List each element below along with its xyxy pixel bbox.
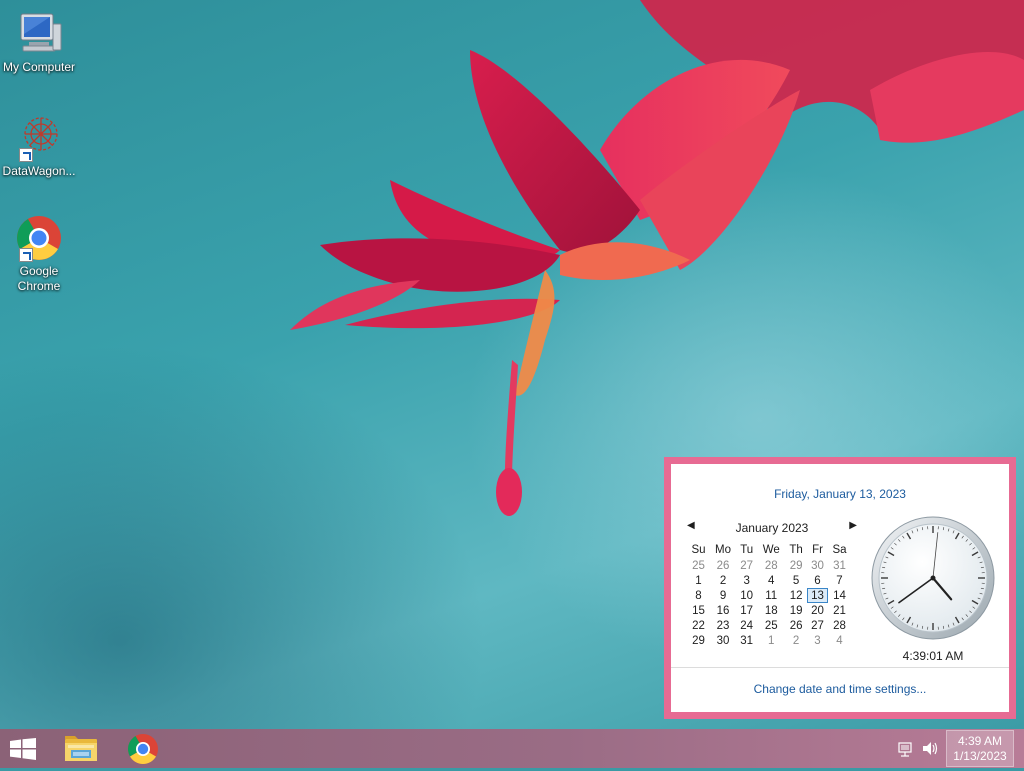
calendar-day[interactable]: 9 bbox=[710, 588, 736, 603]
folder-icon bbox=[59, 731, 103, 766]
calendar-day[interactable]: 30 bbox=[807, 558, 828, 573]
calendar-day[interactable]: 19 bbox=[785, 603, 807, 618]
computer-icon bbox=[15, 10, 63, 58]
calendar-day[interactable]: 27 bbox=[807, 618, 828, 633]
network-icon[interactable] bbox=[896, 729, 916, 768]
weekday-header: Sa bbox=[828, 542, 851, 558]
calendar-day[interactable]: 17 bbox=[736, 603, 757, 618]
calendar-day[interactable]: 21 bbox=[828, 603, 851, 618]
start-button[interactable] bbox=[8, 738, 38, 760]
desktop-icon-datawagon[interactable]: DataWagon... bbox=[0, 114, 78, 179]
weekday-header: Mo bbox=[710, 542, 736, 558]
weekday-header: Su bbox=[687, 542, 710, 558]
weekday-header: Tu bbox=[736, 542, 757, 558]
calendar-week-row: 22232425262728 bbox=[687, 618, 851, 633]
calendar-day[interactable]: 16 bbox=[710, 603, 736, 618]
calendar-grid: SuMoTuWeThFrSa 2526272829303112345678910… bbox=[687, 542, 851, 648]
desktop-icon-label: Google Chrome bbox=[0, 264, 78, 294]
calendar-body: 2526272829303112345678910111213141516171… bbox=[687, 558, 851, 648]
shortcut-arrow-icon bbox=[19, 248, 33, 262]
desktop-icon-label: My Computer bbox=[0, 60, 78, 75]
calendar-week-row: 15161718192021 bbox=[687, 603, 851, 618]
calendar-day[interactable]: 11 bbox=[757, 588, 785, 603]
month-label[interactable]: January 2023 bbox=[687, 521, 857, 535]
next-month-arrow-icon[interactable]: ▶ bbox=[849, 520, 857, 531]
calendar-day[interactable]: 10 bbox=[736, 588, 757, 603]
desktop-icon-google-chrome[interactable]: Google Chrome bbox=[0, 214, 78, 294]
calendar-day[interactable]: 8 bbox=[687, 588, 710, 603]
calendar-day[interactable]: 26 bbox=[710, 558, 736, 573]
calendar-day[interactable]: 1 bbox=[757, 633, 785, 648]
calendar-day[interactable]: 24 bbox=[736, 618, 757, 633]
weekday-header: Th bbox=[785, 542, 807, 558]
calendar-day[interactable]: 28 bbox=[828, 618, 851, 633]
calendar-day[interactable]: 4 bbox=[757, 573, 785, 588]
calendar-day[interactable]: 15 bbox=[687, 603, 710, 618]
calendar-day[interactable]: 31 bbox=[828, 558, 851, 573]
calendar-day[interactable]: 30 bbox=[710, 633, 736, 648]
weekday-header: Fr bbox=[807, 542, 828, 558]
desktop: My Computer DataWagon... bbox=[0, 0, 1024, 729]
popup-divider bbox=[671, 667, 1009, 668]
taskbar: 4:39 AM 1/13/2023 bbox=[0, 729, 1024, 768]
calendar-day[interactable]: 18 bbox=[757, 603, 785, 618]
calendar-day[interactable]: 20 bbox=[807, 603, 828, 618]
calendar-week-row: 891011121314 bbox=[687, 588, 851, 603]
desktop-icon-label: DataWagon... bbox=[0, 164, 78, 179]
calendar-day[interactable]: 6 bbox=[807, 573, 828, 588]
weekday-header-row: SuMoTuWeThFrSa bbox=[687, 542, 851, 558]
chrome-icon bbox=[121, 731, 165, 766]
volume-icon[interactable] bbox=[920, 729, 940, 768]
taskbar-google-chrome[interactable] bbox=[121, 731, 165, 766]
calendar-day[interactable]: 2 bbox=[710, 573, 736, 588]
datawagon-icon bbox=[15, 114, 63, 162]
weekday-header: We bbox=[757, 542, 785, 558]
taskbar-file-explorer[interactable] bbox=[59, 731, 103, 766]
calendar-day[interactable]: 25 bbox=[687, 558, 710, 573]
clock-calendar-panel: Friday, January 13, 2023 ◀ January 2023 … bbox=[671, 464, 1009, 712]
calendar-day[interactable]: 25 bbox=[757, 618, 785, 633]
calendar-day[interactable]: 3 bbox=[807, 633, 828, 648]
calendar-day[interactable]: 4 bbox=[828, 633, 851, 648]
calendar-day[interactable]: 13 bbox=[807, 588, 828, 603]
change-date-time-settings-link[interactable]: Change date and time settings... bbox=[671, 682, 1009, 696]
analog-clock bbox=[871, 516, 995, 640]
calendar-day[interactable]: 22 bbox=[687, 618, 710, 633]
calendar-nav: ◀ January 2023 ▶ bbox=[687, 520, 857, 536]
taskbar-clock[interactable]: 4:39 AM 1/13/2023 bbox=[946, 730, 1014, 767]
calendar-day[interactable]: 27 bbox=[736, 558, 757, 573]
taskbar-date: 1/13/2023 bbox=[947, 749, 1013, 763]
calendar-week-row: 2930311234 bbox=[687, 633, 851, 648]
taskbar-time: 4:39 AM bbox=[947, 734, 1013, 748]
calendar-day[interactable]: 14 bbox=[828, 588, 851, 603]
calendar-day[interactable]: 29 bbox=[687, 633, 710, 648]
calendar-day[interactable]: 3 bbox=[736, 573, 757, 588]
shortcut-arrow-icon bbox=[19, 148, 33, 162]
chrome-icon bbox=[15, 214, 63, 262]
calendar-week-row: 1234567 bbox=[687, 573, 851, 588]
calendar-day[interactable]: 23 bbox=[710, 618, 736, 633]
calendar-day[interactable]: 28 bbox=[757, 558, 785, 573]
full-date-header[interactable]: Friday, January 13, 2023 bbox=[671, 487, 1009, 501]
calendar-day[interactable]: 31 bbox=[736, 633, 757, 648]
calendar-day[interactable]: 12 bbox=[785, 588, 807, 603]
calendar-day[interactable]: 5 bbox=[785, 573, 807, 588]
calendar-day[interactable]: 1 bbox=[687, 573, 710, 588]
calendar-day[interactable]: 2 bbox=[785, 633, 807, 648]
calendar-week-row: 25262728293031 bbox=[687, 558, 851, 573]
clock-calendar-popup: Friday, January 13, 2023 ◀ January 2023 … bbox=[664, 457, 1016, 719]
calendar-day[interactable]: 7 bbox=[828, 573, 851, 588]
desktop-icon-my-computer[interactable]: My Computer bbox=[0, 10, 78, 75]
calendar-day[interactable]: 29 bbox=[785, 558, 807, 573]
digital-time: 4:39:01 AM bbox=[871, 649, 995, 663]
calendar: ◀ January 2023 ▶ SuMoTuWeThFrSa 25262728… bbox=[687, 520, 857, 648]
calendar-day[interactable]: 26 bbox=[785, 618, 807, 633]
